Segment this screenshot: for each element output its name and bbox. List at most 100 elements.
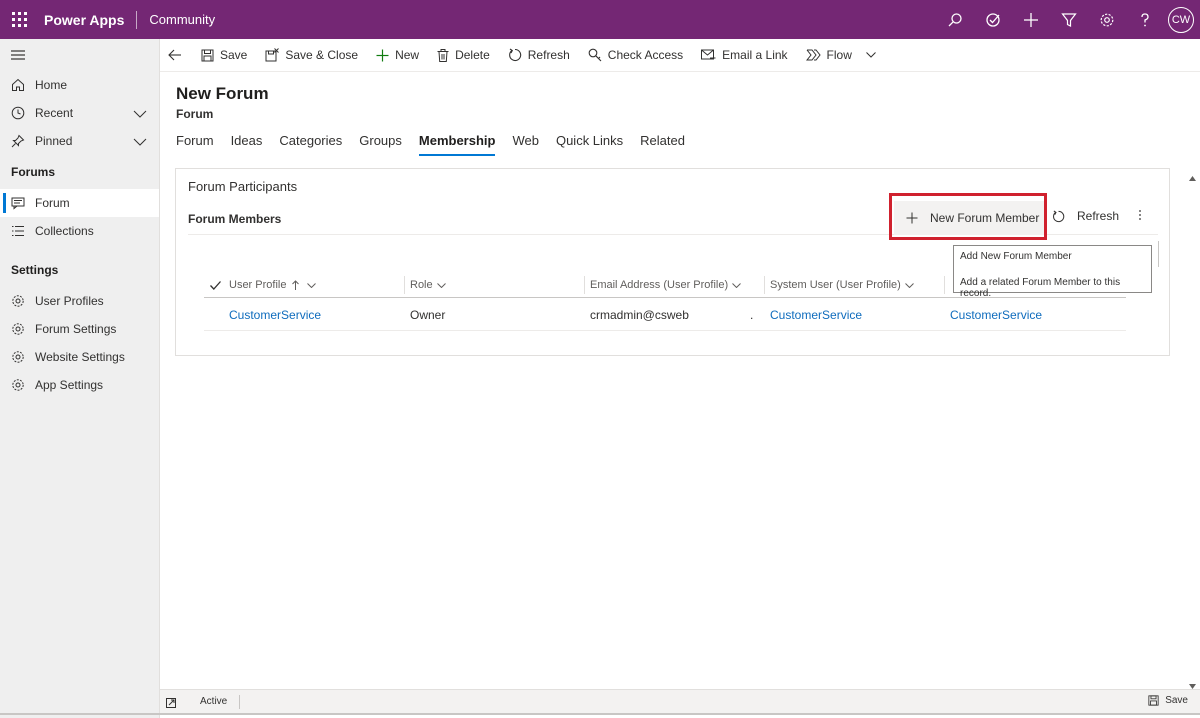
refresh-button[interactable]: Refresh <box>499 39 579 72</box>
sidebar-item-website-settings[interactable]: Website Settings <box>0 343 159 371</box>
highlight-box <box>889 193 1047 240</box>
settings-button[interactable] <box>1088 0 1126 39</box>
save-close-button[interactable]: Save & Close <box>256 39 367 72</box>
tab-membership[interactable]: Membership <box>418 133 495 156</box>
sidebar-item-app-settings[interactable]: App Settings <box>0 371 159 399</box>
chevron-down-icon[interactable] <box>133 107 147 121</box>
cell-user-profile-link[interactable]: CustomerService <box>229 299 321 331</box>
tab-related[interactable]: Related <box>640 133 685 155</box>
nav-group-forums: Forums <box>11 165 56 179</box>
subgrid-title: Forum Members <box>188 212 282 226</box>
sidebar-item-collections[interactable]: Collections <box>0 217 159 245</box>
cell-email-truncation: . <box>750 308 754 322</box>
more-options-button[interactable] <box>1138 209 1146 224</box>
cell-extra-link[interactable]: CustomerService <box>950 299 1042 331</box>
column-header-system-user[interactable]: System User (User Profile) <box>770 272 914 298</box>
new-forum-member-tooltip: Add New Forum Member Add a related Forum… <box>953 245 1152 299</box>
filter-button[interactable] <box>1050 0 1088 39</box>
nav-group-settings: Settings <box>11 263 59 277</box>
scroll-up-icon[interactable] <box>1189 170 1196 184</box>
column-label: User Profile <box>229 279 287 291</box>
plus-icon <box>1024 12 1038 27</box>
tab-categories[interactable]: Categories <box>279 133 342 155</box>
column-divider <box>584 276 585 294</box>
waffle-icon <box>11 12 27 27</box>
save-button[interactable]: Save <box>192 39 256 72</box>
clock-icon <box>11 106 25 120</box>
tab-forum[interactable]: Forum <box>176 133 214 155</box>
tab-quick-links[interactable]: Quick Links <box>556 133 623 155</box>
check-icon <box>210 280 221 290</box>
select-all-checkbox[interactable] <box>210 272 221 298</box>
help-icon <box>1141 12 1149 26</box>
key-search-icon <box>588 48 602 62</box>
table-row[interactable]: CustomerService Owner crmadmin@csweb . C… <box>204 299 1126 331</box>
subgrid-refresh-button[interactable]: Refresh <box>1052 209 1119 223</box>
sort-ascending-icon <box>292 280 300 290</box>
command-bar: Save Save & Close New Delete Refresh Che… <box>160 39 1200 72</box>
chevron-down-icon[interactable] <box>436 282 446 288</box>
forum-icon <box>11 196 25 210</box>
back-button[interactable] <box>160 39 190 72</box>
page-title: New Forum <box>176 84 269 103</box>
sidebar-item-forum[interactable]: Forum <box>0 189 159 217</box>
chevron-down-icon[interactable] <box>307 282 317 288</box>
column-header-email[interactable]: Email Address (User Profile) <box>590 272 742 298</box>
brand-name[interactable]: Power Apps <box>44 12 124 28</box>
gear-icon <box>11 294 25 308</box>
app-name[interactable]: Community <box>149 12 215 27</box>
gear-icon <box>11 378 25 392</box>
column-header-role[interactable]: Role <box>410 272 446 298</box>
sidebar-item-label: Forum Settings <box>35 322 117 336</box>
section-title: Forum Participants <box>188 179 298 194</box>
column-header-user-profile[interactable]: User Profile <box>229 272 317 298</box>
sidebar-item-recent[interactable]: Recent <box>0 99 159 127</box>
cell-email: crmadmin@csweb <box>590 308 689 322</box>
tooltip-title: Add New Forum Member <box>960 251 1072 262</box>
check-access-button[interactable]: Check Access <box>579 39 692 72</box>
assistant-button[interactable] <box>974 0 1012 39</box>
record-header: New Forum Forum <box>176 84 269 121</box>
gear-icon <box>11 322 25 336</box>
flow-button[interactable]: Flow <box>797 39 885 72</box>
chevron-down-icon[interactable] <box>732 282 742 288</box>
help-button[interactable] <box>1126 0 1164 39</box>
tooltip-description: Add a related Forum Member to this recor… <box>960 277 1121 299</box>
gear-icon <box>1100 13 1114 26</box>
open-in-new-window-icon[interactable] <box>166 696 178 708</box>
column-label: Role <box>410 279 433 291</box>
tab-ideas[interactable]: Ideas <box>231 133 263 155</box>
sidebar-item-pinned[interactable]: Pinned <box>0 127 159 155</box>
subgrid-refresh-label: Refresh <box>1077 209 1120 223</box>
chevron-down-icon[interactable] <box>904 282 914 288</box>
plus-icon <box>376 49 389 62</box>
column-label: Email Address (User Profile) <box>590 279 729 291</box>
avatar[interactable]: CW <box>1168 6 1194 33</box>
sidebar-item-user-profiles[interactable]: User Profiles <box>0 287 159 315</box>
sidebar-item-label: User Profiles <box>35 294 104 308</box>
new-button[interactable] <box>1012 0 1050 39</box>
flow-label: Flow <box>826 48 852 62</box>
sidebar: Home Recent Pinned Forums Forum Collecti… <box>0 39 160 718</box>
sidebar-item-forum-settings[interactable]: Forum Settings <box>0 315 159 343</box>
new-record-button[interactable]: New <box>367 39 428 72</box>
email-icon <box>701 49 716 61</box>
vertical-scrollbar[interactable] <box>1185 168 1200 689</box>
sidebar-item-home[interactable]: Home <box>0 71 159 99</box>
tab-groups[interactable]: Groups <box>359 133 402 155</box>
tab-web[interactable]: Web <box>512 133 539 155</box>
app-launcher-button[interactable] <box>0 0 38 39</box>
sidebar-item-label: Home <box>35 78 68 92</box>
record-status: Active <box>200 696 228 707</box>
sidebar-toggle[interactable] <box>0 39 159 71</box>
search-button[interactable] <box>936 0 974 39</box>
chevron-down-icon[interactable] <box>866 52 876 58</box>
status-save-button[interactable]: Save <box>1148 695 1188 706</box>
cell-system-user-link[interactable]: CustomerService <box>770 299 862 331</box>
gear-icon <box>11 350 25 364</box>
email-link-button[interactable]: Email a Link <box>692 39 796 72</box>
delete-button[interactable]: Delete <box>428 39 499 72</box>
home-icon <box>11 78 25 92</box>
chevron-down-icon[interactable] <box>133 135 147 149</box>
column-divider <box>944 276 945 294</box>
